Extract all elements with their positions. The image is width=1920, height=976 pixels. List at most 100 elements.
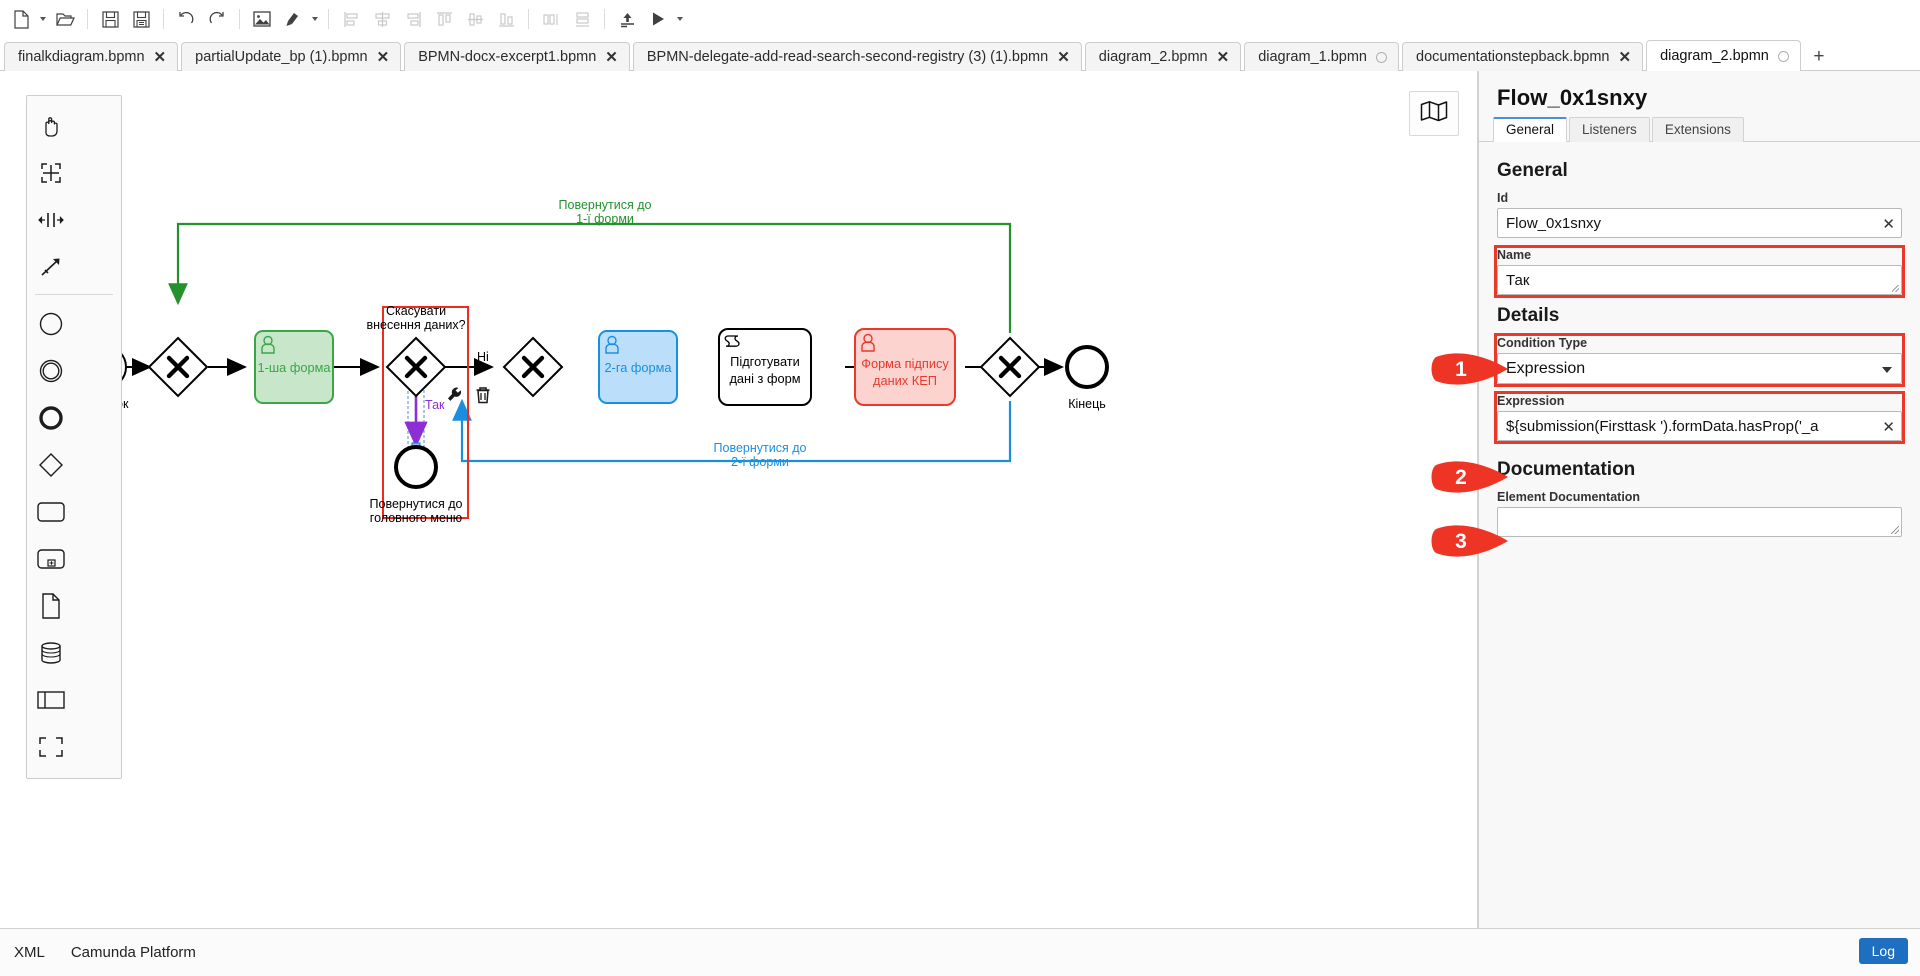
intermediate-event-icon[interactable] — [27, 347, 75, 394]
condition-type-field-group: Condition Type Expression — [1497, 336, 1902, 384]
file-tab[interactable]: diagram_2.bpmn✕ — [1085, 42, 1241, 71]
svg-text:головного меню: головного меню — [370, 511, 462, 525]
run-icon[interactable] — [643, 5, 673, 33]
start-event-icon[interactable] — [27, 300, 75, 347]
lasso-tool-icon[interactable] — [27, 149, 75, 196]
end-event[interactable]: Кінець — [1067, 347, 1107, 411]
element-documentation-label: Element Documentation — [1497, 490, 1902, 504]
properties-panel: Properties Panel Flow_0x1snxy GeneralLis… — [1478, 71, 1920, 928]
space-tool-icon[interactable] — [27, 196, 75, 243]
file-tab[interactable]: diagram_1.bpmn — [1244, 42, 1399, 71]
file-tab[interactable]: documentationstepback.bpmn✕ — [1402, 42, 1643, 71]
properties-body: General Id Flow_0x1snxy ✕ Name Так Detai… — [1479, 142, 1920, 537]
align-right-icon[interactable] — [398, 5, 428, 33]
name-resize-handle[interactable] — [1892, 285, 1899, 292]
id-field-group: Id Flow_0x1snxy ✕ — [1497, 191, 1902, 238]
gateway-split-3[interactable] — [981, 338, 1039, 396]
add-tab-button[interactable]: + — [1804, 42, 1834, 71]
properties-tab-extensions[interactable]: Extensions — [1652, 117, 1744, 142]
status-platform[interactable]: Camunda Platform — [71, 944, 196, 961]
hand-tool-icon[interactable] — [27, 102, 75, 149]
redo-icon[interactable] — [202, 5, 232, 33]
align-top-icon[interactable] — [429, 5, 459, 33]
task-sign-form[interactable]: Форма підпису даних КЕП — [855, 329, 955, 405]
close-icon[interactable]: ✕ — [605, 50, 618, 65]
task-form-2[interactable]: 2-га форма — [599, 331, 677, 403]
flow-return-form1[interactable]: Повернутися до 1-ї форми — [178, 198, 1010, 333]
align-left-icon[interactable] — [336, 5, 366, 33]
element-documentation-textarea[interactable] — [1497, 507, 1902, 537]
run-caret[interactable] — [674, 5, 686, 33]
file-tab-label: partialUpdate_bp (1).bpmn — [195, 49, 368, 65]
data-object-icon[interactable] — [27, 582, 75, 629]
file-tab[interactable]: diagram_2.bpmn — [1646, 40, 1801, 71]
align-middle-icon[interactable] — [460, 5, 490, 33]
close-icon[interactable]: ✕ — [1217, 50, 1230, 65]
close-icon[interactable]: ✕ — [377, 50, 390, 65]
condition-type-select[interactable]: Expression — [1497, 353, 1902, 384]
status-xml[interactable]: XML — [14, 944, 45, 961]
gateway-merge-2[interactable] — [504, 338, 562, 396]
svg-text:2-ї форми: 2-ї форми — [731, 455, 789, 469]
id-label: Id — [1497, 191, 1902, 205]
expression-input[interactable]: ${submission(Firsttask ').formData.hasPr… — [1497, 411, 1902, 441]
new-diagram-caret[interactable] — [37, 5, 49, 33]
gateway-cancel-data[interactable]: Скасувати внесення даних? — [366, 304, 465, 396]
export-image-icon[interactable] — [247, 5, 277, 33]
participant-icon[interactable] — [27, 676, 75, 723]
align-tool-icon[interactable] — [278, 5, 308, 33]
end-event-icon[interactable] — [27, 394, 75, 441]
file-tab-label: finalkdiagram.bpmn — [18, 49, 145, 65]
trash-icon[interactable] — [477, 388, 490, 403]
name-input[interactable]: Так — [1497, 265, 1902, 295]
distribute-horizontal-icon[interactable] — [536, 5, 566, 33]
file-tab[interactable]: BPMN-docx-excerpt1.bpmn✕ — [404, 42, 630, 71]
file-tab-label: diagram_2.bpmn — [1660, 48, 1769, 64]
svg-text:1-ї форми: 1-ї форми — [576, 212, 634, 226]
open-diagram-icon[interactable] — [50, 5, 80, 33]
bpmn-diagram[interactable]: Повернутися до 1-ї форми Повернутися до … — [0, 71, 1477, 928]
svg-text:внесення даних?: внесення даних? — [366, 318, 465, 332]
undo-icon[interactable] — [171, 5, 201, 33]
align-tool-caret[interactable] — [309, 5, 321, 33]
map-icon — [1420, 100, 1448, 127]
align-center-icon[interactable] — [367, 5, 397, 33]
task-form-1[interactable]: 1-ша форма — [255, 331, 333, 403]
close-icon[interactable]: ✕ — [1057, 50, 1070, 65]
properties-panel-toggle[interactable]: Properties Panel — [1478, 349, 1479, 489]
deploy-icon[interactable] — [612, 5, 642, 33]
align-bottom-icon[interactable] — [491, 5, 521, 33]
distribute-vertical-icon[interactable] — [567, 5, 597, 33]
save-icon[interactable] — [95, 5, 125, 33]
close-icon[interactable]: ✕ — [1618, 50, 1631, 65]
minimap-toggle-button[interactable] — [1409, 91, 1459, 136]
id-input[interactable]: Flow_0x1snxy — [1497, 208, 1902, 238]
save-as-icon[interactable] — [126, 5, 156, 33]
close-icon[interactable]: ✕ — [154, 50, 167, 65]
exclusive-gateway-icon[interactable] — [27, 441, 75, 488]
expression-label: Expression — [1497, 394, 1902, 408]
gateway-merge-1[interactable] — [149, 338, 207, 396]
toolbar-divider-3 — [239, 9, 240, 29]
id-clear-icon[interactable]: ✕ — [1882, 217, 1895, 232]
status-bar: XML Camunda Platform Log — [0, 928, 1920, 976]
group-icon[interactable] — [27, 723, 75, 770]
connect-tool-icon[interactable] — [27, 243, 75, 290]
wrench-icon[interactable] — [448, 388, 461, 401]
new-diagram-icon[interactable] — [6, 5, 36, 33]
log-button[interactable]: Log — [1859, 938, 1908, 964]
file-tab[interactable]: finalkdiagram.bpmn ✕ — [4, 42, 178, 71]
task-prepare-data[interactable]: Підготувати дані з форм — [719, 329, 811, 405]
data-store-icon[interactable] — [27, 629, 75, 676]
bpmn-canvas[interactable]: Повернутися до 1-ї форми Повернутися до … — [0, 71, 1478, 928]
file-tab-bar: finalkdiagram.bpmn✕partialUpdate_bp (1).… — [0, 38, 1920, 71]
task-icon[interactable] — [27, 488, 75, 535]
file-tab[interactable]: BPMN-delegate-add-read-search-second-reg… — [633, 42, 1082, 71]
properties-tab-listeners[interactable]: Listeners — [1569, 117, 1650, 142]
expression-clear-icon[interactable]: ✕ — [1882, 420, 1895, 435]
subprocess-expanded-icon[interactable] — [27, 535, 75, 582]
flow-return-form2[interactable]: Повернутися до 2-ї форми — [462, 401, 1010, 469]
file-tab[interactable]: partialUpdate_bp (1).bpmn ✕ — [181, 42, 401, 71]
properties-tab-general[interactable]: General — [1493, 117, 1567, 142]
svg-text:Кінець: Кінець — [1068, 397, 1106, 411]
